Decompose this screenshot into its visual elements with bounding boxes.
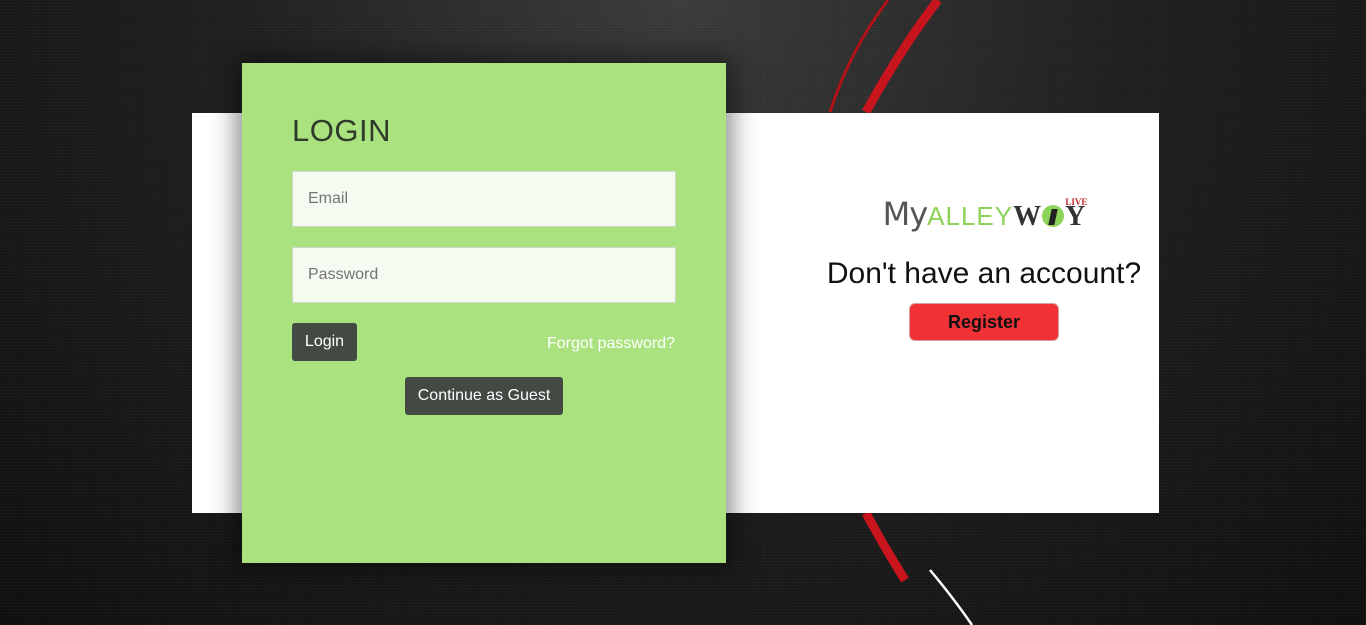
login-button[interactable]: Login [292, 323, 357, 361]
red-arc-thin [828, 0, 890, 113]
continue-as-guest-button[interactable]: Continue as Guest [405, 377, 563, 415]
white-arc [929, 569, 974, 625]
logo-alley-text: ALLEY [927, 201, 1014, 231]
password-input[interactable] [292, 247, 676, 303]
login-panel: LOGIN Login Forgot password? Continue as… [242, 63, 726, 563]
register-button[interactable]: Register [909, 303, 1059, 341]
logo-live-badge: LIVE [1065, 197, 1088, 207]
red-arc-thick-bottom [862, 510, 909, 583]
email-input[interactable] [292, 171, 676, 227]
myalleyway-logo: MyALLEYW Y LIVE [882, 195, 1088, 239]
login-title: LOGIN [292, 113, 391, 148]
forgot-password-link[interactable]: Forgot password? [547, 335, 675, 353]
no-account-heading: Don't have an account? [826, 257, 1142, 290]
road-icon [1042, 205, 1065, 227]
red-arc-thick-top [862, 0, 942, 115]
logo-my-text: My [882, 195, 929, 233]
logo-way-w: W [1013, 201, 1042, 232]
signup-panel: MyALLEYW Y LIVE Don't have an account? Re… [826, 195, 1142, 341]
